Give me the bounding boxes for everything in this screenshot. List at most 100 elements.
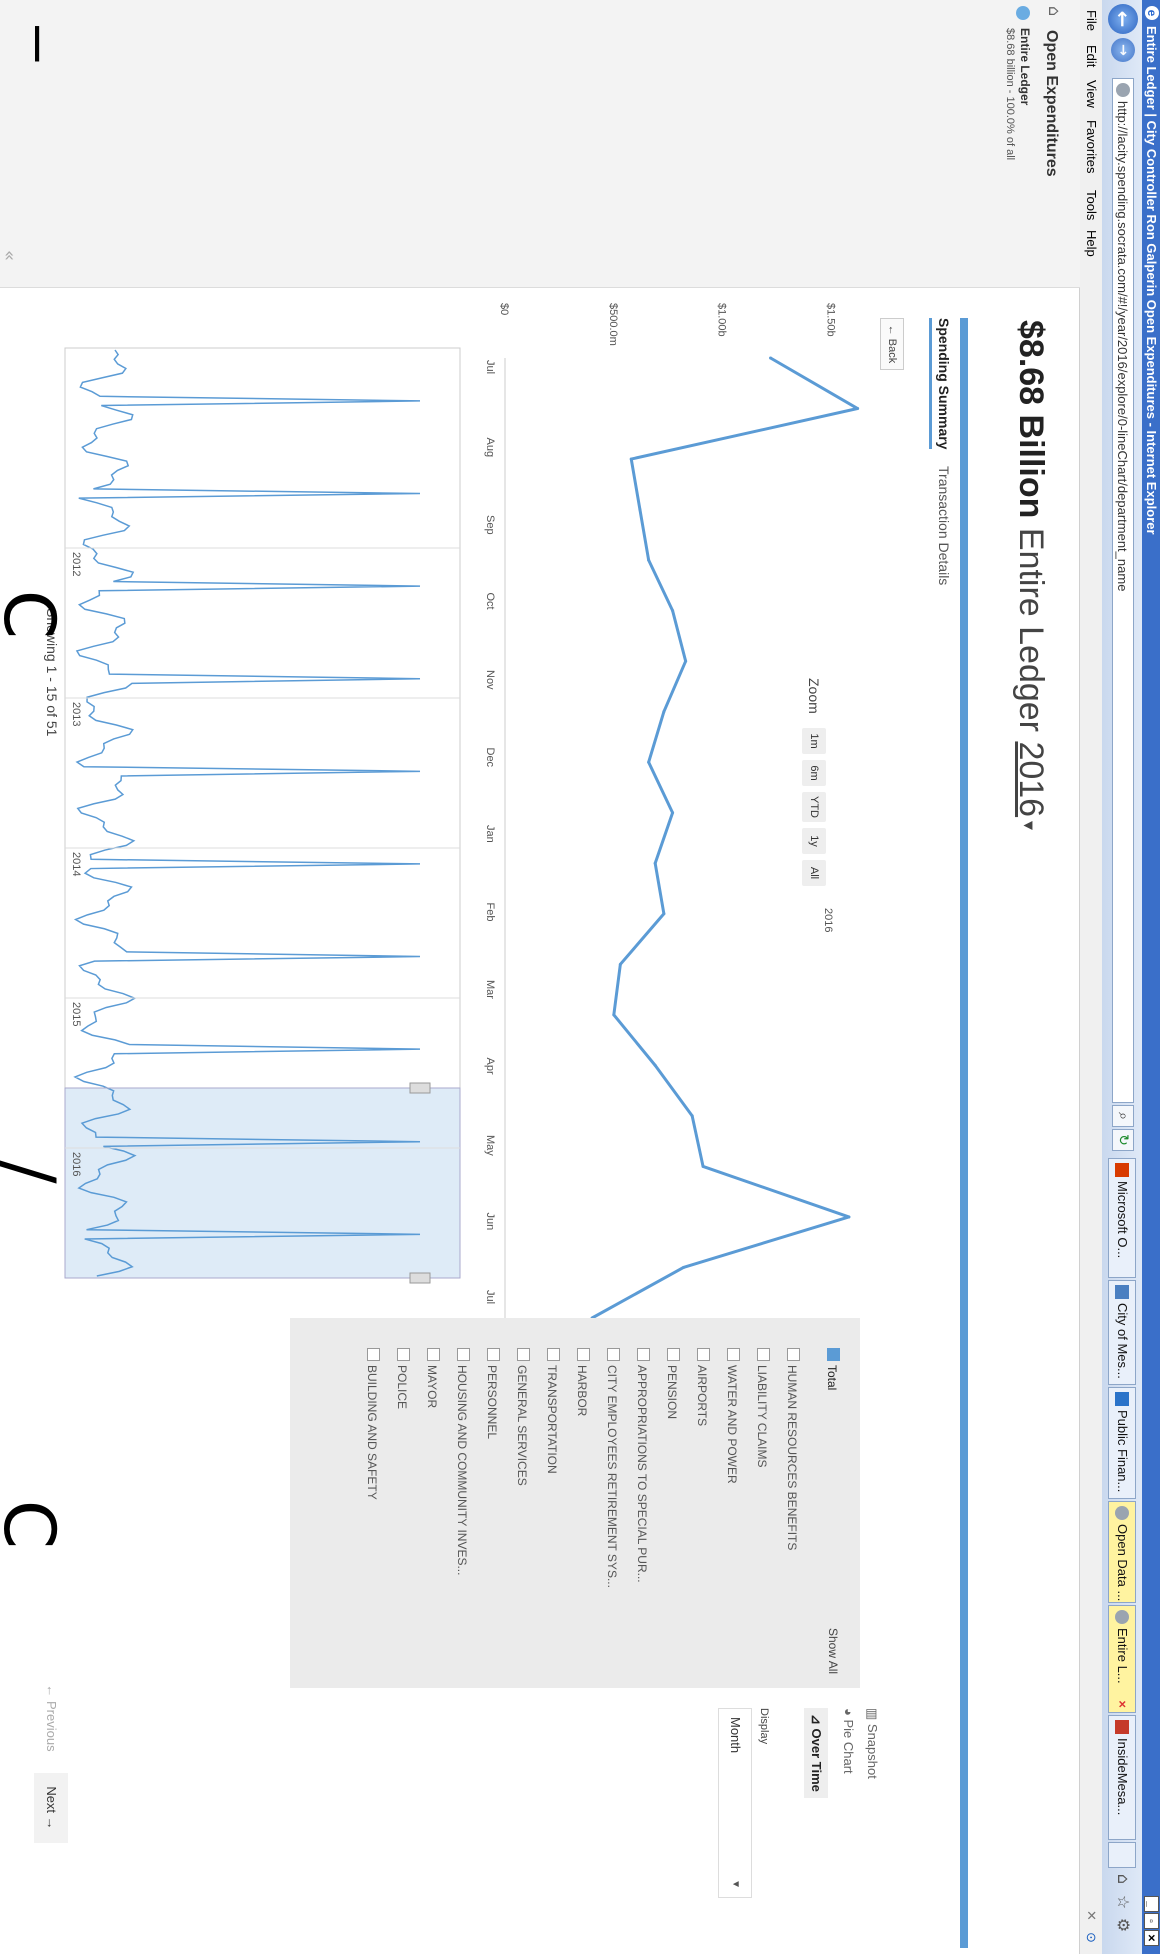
legend-item[interactable]: PERSONNEL [485,1348,500,1439]
legend-item[interactable]: PENSION [665,1348,680,1419]
legend-item[interactable]: POLICE [395,1348,410,1409]
back-nav-button[interactable]: ← [1108,4,1138,34]
snapshot-view-button[interactable]: ▥ Snapshot [864,1708,880,1779]
forward-nav-button[interactable]: → [1111,38,1135,62]
next-button[interactable]: Next → [34,1773,68,1843]
checkbox-icon[interactable] [697,1348,710,1361]
checkbox-icon[interactable] [367,1348,380,1361]
search-close-icon[interactable]: ✕ [1080,1910,1102,1921]
menu-edit[interactable]: Edit [1080,45,1102,67]
checkbox-icon[interactable] [577,1348,590,1361]
navigator-handle-right[interactable] [409,1272,431,1284]
new-tab-button[interactable] [1108,1842,1136,1868]
legend-item[interactable]: AIRPORTS [695,1348,710,1426]
legend-item[interactable]: HUMAN RESOURCES BENEFITS [785,1348,800,1550]
settings-gear-icon[interactable]: ⚙ [1114,1916,1133,1934]
page-favicon [1116,83,1130,97]
pie-chart-view-button[interactable]: ◕ Pie Chart [841,1708,856,1774]
data-point[interactable] [662,710,666,714]
data-point[interactable] [638,508,642,512]
data-point[interactable] [681,1265,685,1269]
minimize-button[interactable]: _ [1144,1896,1159,1912]
legend-item[interactable]: BUILDING AND SAFETY [365,1348,380,1500]
menu-view[interactable]: View [1080,80,1102,108]
data-point[interactable] [671,609,675,613]
browser-tab-city-of-mesa[interactable]: City of Mes... [1108,1280,1136,1385]
address-input[interactable]: http://lacity.spending.socrata.com/#!/ye… [1112,78,1134,1103]
checkbox-icon[interactable] [827,1348,840,1361]
data-point[interactable] [629,457,633,461]
sidebar-title[interactable]: Open Expenditures [1042,30,1060,177]
data-point[interactable] [847,1215,851,1219]
checkbox-icon[interactable] [517,1348,530,1361]
browser-tab-microsoft[interactable]: Microsoft O... [1108,1158,1136,1278]
office-icon [1115,1163,1129,1177]
data-point[interactable] [647,760,651,764]
legend-item[interactable]: WATER AND POWER [725,1348,740,1484]
checkbox-icon[interactable] [757,1348,770,1361]
checkbox-icon[interactable] [607,1348,620,1361]
search-icon[interactable]: ⊙ [1080,1932,1102,1943]
x-tick-label: Jan [484,825,496,843]
data-point[interactable] [647,558,651,562]
data-point[interactable] [653,861,657,865]
data-point[interactable] [612,1013,616,1017]
browser-tab-entire-ledger[interactable]: Entire L... × [1108,1605,1136,1713]
refresh-icon[interactable]: ↻ [1112,1129,1134,1151]
navigator-selection[interactable] [64,1087,461,1279]
home-icon[interactable]: ⌂ [1045,6,1064,16]
x-tick-label: Dec [484,748,496,768]
finance-icon [1115,1392,1129,1406]
series-line-total[interactable] [591,356,860,1320]
search-dropdown-icon[interactable]: ⌕ [1112,1105,1134,1127]
legend-item[interactable]: HARBOR [575,1348,590,1416]
sidebar-ledger-name[interactable]: Entire Ledger [1018,28,1032,105]
legend-item[interactable]: TRANSPORTATION [545,1348,560,1474]
collapse-sidebar-icon[interactable]: « [0,250,20,261]
browser-tab-public-finance[interactable]: Public Finan... [1108,1387,1136,1499]
legend-item[interactable]: MAYOR [425,1348,440,1408]
legend-item[interactable]: GENERAL SERVICES [515,1348,530,1486]
spending-line-chart[interactable]: $0 $500.0m $1.00b $1.50b Jul Aug Sep Oct Nov Dec J… [0,288,1080,1320]
checkbox-icon[interactable] [637,1348,650,1361]
checkbox-icon[interactable] [787,1348,800,1361]
data-point[interactable] [701,1164,705,1168]
favorites-star-icon[interactable]: ☆ [1114,1893,1133,1911]
legend-item[interactable]: CITY EMPLOYEES RETIREMENT SYS... [605,1348,620,1588]
maximize-icon[interactable]: ▫ [1144,1913,1159,1929]
display-select[interactable]: Month ▼ [718,1708,752,1898]
menu-file[interactable]: File [1080,10,1102,31]
data-point[interactable] [690,1114,694,1118]
close-tab-icon[interactable]: × [1109,1700,1135,1708]
close-window-button[interactable]: ✕ [1144,1930,1159,1946]
home-icon[interactable]: ⌂ [1114,1870,1133,1888]
data-point[interactable] [653,1063,657,1067]
data-point[interactable] [618,962,622,966]
checkbox-icon[interactable] [667,1348,680,1361]
checkbox-icon[interactable] [427,1348,440,1361]
data-point[interactable] [662,912,666,916]
data-point[interactable] [671,811,675,815]
legend-total[interactable]: Total [825,1348,840,1390]
browser-tab-insidemesa[interactable]: InsideMesa... [1108,1715,1136,1840]
over-time-view-button[interactable]: ⊿ Over Time [804,1708,828,1798]
data-point[interactable] [769,356,773,360]
navigator-handle-left[interactable] [409,1082,431,1094]
checkbox-icon[interactable] [457,1348,470,1361]
browser-tab-open-data[interactable]: Open Data ... [1108,1501,1136,1603]
checkbox-icon[interactable] [397,1348,410,1361]
menu-tools[interactable]: Tools [1080,190,1102,220]
y-tick-label: $1.50b [824,303,836,337]
data-point[interactable] [856,407,860,411]
previous-button[interactable]: ← Previous [34,1668,68,1768]
checkbox-icon[interactable] [727,1348,740,1361]
legend-item[interactable]: HOUSING AND COMMUNITY INVES... [455,1348,470,1575]
legend-item[interactable]: LIABILITY CLAIMS [755,1348,770,1468]
checkbox-icon[interactable] [547,1348,560,1361]
checkbox-icon[interactable] [487,1348,500,1361]
legend-item[interactable]: APPROPRIATIONS TO SPECIAL PUR... [635,1348,650,1583]
show-all-button[interactable]: Show All [826,1628,840,1674]
data-point[interactable] [684,659,688,663]
menu-help[interactable]: Help [1080,230,1102,257]
menu-favorites[interactable]: Favorites [1080,120,1102,173]
